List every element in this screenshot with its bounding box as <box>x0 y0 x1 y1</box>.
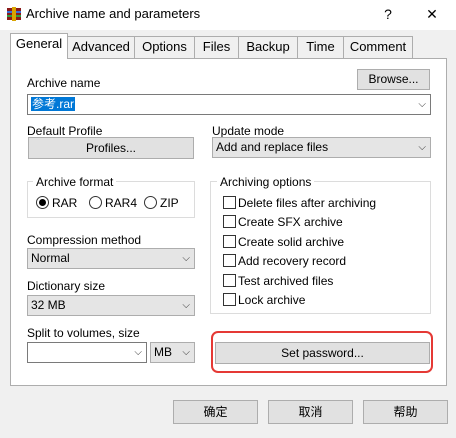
dictionary-size-select[interactable]: 32 MB ⌵ <box>27 295 195 316</box>
checkbox-create-sfx[interactable] <box>223 215 236 228</box>
checkbox-test-files[interactable] <box>223 274 236 287</box>
radio-rar-label: RAR <box>52 196 78 210</box>
compression-method-label: Compression method <box>27 233 142 247</box>
close-icon[interactable]: ✕ <box>422 4 442 24</box>
archiving-options-label: Archiving options <box>217 175 315 189</box>
browse-button[interactable]: Browse... <box>357 69 430 90</box>
highlight-annotation <box>211 331 433 373</box>
tab-advanced[interactable]: Advanced <box>67 36 135 58</box>
compression-method-select[interactable]: Normal ⌵ <box>27 248 195 269</box>
archive-name-label: Archive name <box>27 76 101 90</box>
split-volumes-label: Split to volumes, size <box>27 326 140 340</box>
tab-options[interactable]: Options <box>134 36 195 58</box>
radio-rar4-label: RAR4 <box>105 196 138 210</box>
checkbox-recovery-record[interactable] <box>223 254 236 267</box>
cancel-button[interactable]: 取消 <box>268 400 353 424</box>
radio-zip-label: ZIP <box>160 196 179 210</box>
winrar-archive-icon <box>7 7 21 21</box>
archive-name-combobox[interactable]: 参考.rar ⌵ <box>27 94 431 115</box>
checkbox-test-files-label: Test archived files <box>238 274 334 288</box>
radio-zip[interactable] <box>144 196 157 209</box>
checkbox-delete-files[interactable] <box>223 196 236 209</box>
chevron-down-icon: ⌵ <box>182 347 190 358</box>
update-mode-label: Update mode <box>212 124 285 138</box>
ok-button[interactable]: 确定 <box>173 400 258 424</box>
help-footer-button[interactable]: 帮助 <box>363 400 448 424</box>
checkbox-recovery-record-label: Add recovery record <box>238 254 347 268</box>
dictionary-size-label: Dictionary size <box>27 279 106 293</box>
radio-rar4[interactable] <box>89 196 102 209</box>
update-mode-select[interactable]: Add and replace files ⌵ <box>212 137 431 158</box>
profiles-button[interactable]: Profiles... <box>28 137 194 159</box>
tab-comment[interactable]: Comment <box>343 36 413 58</box>
archive-name-value: 参考.rar <box>31 97 76 111</box>
tab-time[interactable]: Time <box>297 36 344 58</box>
checkbox-lock-archive-label: Lock archive <box>238 293 306 307</box>
tab-files[interactable]: Files <box>194 36 239 58</box>
checkbox-solid-archive[interactable] <box>223 235 236 248</box>
checkbox-lock-archive[interactable] <box>223 293 236 306</box>
radio-rar[interactable] <box>36 196 49 209</box>
chevron-down-icon: ⌵ <box>182 253 190 264</box>
archive-format-label: Archive format <box>33 175 117 189</box>
chevron-down-icon: ⌵ <box>134 347 142 358</box>
tab-backup[interactable]: Backup <box>238 36 298 58</box>
split-unit-select[interactable]: MB ⌵ <box>150 342 195 363</box>
default-profile-label: Default Profile <box>27 124 103 138</box>
tab-general[interactable]: General <box>10 33 68 59</box>
chevron-down-icon: ⌵ <box>182 300 190 311</box>
checkbox-solid-archive-label: Create solid archive <box>238 235 345 249</box>
checkbox-create-sfx-label: Create SFX archive <box>238 215 343 229</box>
split-volumes-combobox[interactable]: ⌵ <box>27 342 147 363</box>
help-button[interactable]: ? <box>378 4 398 24</box>
checkbox-delete-files-label: Delete files after archiving <box>238 196 377 210</box>
window-title: Archive name and parameters <box>26 6 201 21</box>
chevron-down-icon: ⌵ <box>418 142 426 153</box>
chevron-down-icon[interactable]: ⌵ <box>418 95 426 114</box>
